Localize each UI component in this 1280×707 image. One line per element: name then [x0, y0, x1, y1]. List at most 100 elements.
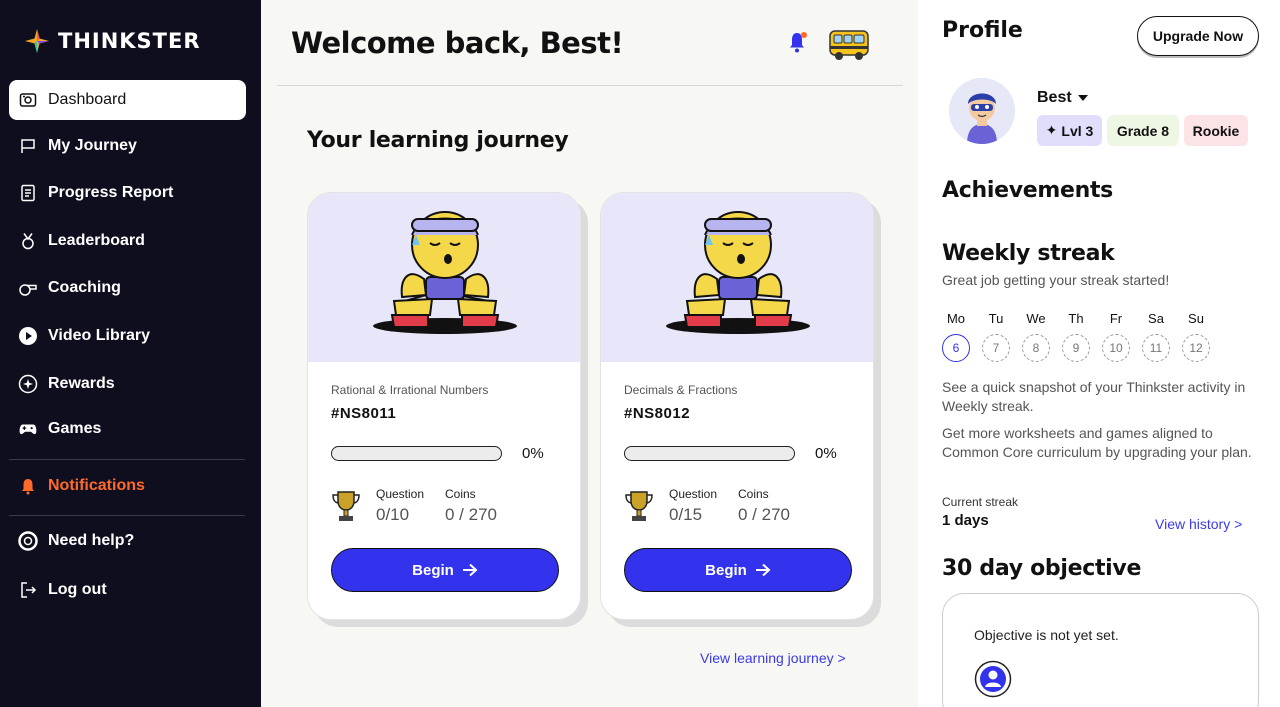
day-label: Tu	[988, 311, 1004, 326]
card-illustration	[308, 193, 580, 362]
begin-button[interactable]: Begin	[624, 548, 852, 592]
username-dropdown[interactable]: Best	[1037, 89, 1088, 107]
main-content: Welcome back, Best! Your learning journe…	[261, 0, 918, 707]
sidebar-item-label: Rewards	[48, 375, 115, 392]
sidebar-item-games[interactable]: Games	[9, 409, 246, 449]
card-topic: Rational & Irrational Numbers	[331, 383, 489, 397]
objective-title: 30 day objective	[942, 556, 1142, 581]
coins-value: 0 / 270	[445, 505, 497, 524]
lesson-card: Rational & Irrational Numbers #NS8011 0%…	[307, 192, 581, 620]
sidebar-item-dashboard[interactable]: Dashboard	[9, 80, 246, 120]
sidebar: THINKSTER Dashboard My Journey Progress …	[0, 0, 261, 707]
sidebar-item-help[interactable]: Need help?	[9, 521, 246, 561]
sidebar-item-label: Progress Report	[48, 184, 174, 201]
sidebar-item-notifications[interactable]: Notifications	[9, 466, 246, 506]
card-code: #NS8012	[624, 405, 691, 422]
username: Best	[1037, 89, 1072, 106]
objective-card: Objective is not yet set.	[942, 593, 1259, 707]
logo-star-icon	[25, 29, 49, 53]
question-value: 0/10	[376, 505, 410, 524]
exercising-character-image	[666, 211, 810, 334]
grade-badge: Grade 8	[1107, 115, 1179, 146]
logout-icon	[18, 580, 38, 600]
sidebar-divider	[9, 459, 245, 460]
header-divider	[277, 85, 903, 86]
report-icon	[18, 183, 38, 203]
lifebuoy-icon	[18, 531, 38, 551]
weekly-streak-title: Weekly streak	[942, 241, 1115, 266]
question-value: 0/15	[669, 505, 703, 524]
card-code: #NS8011	[331, 405, 397, 422]
day-date: 9	[1062, 334, 1090, 362]
page-title: Welcome back, Best!	[291, 26, 624, 60]
upgrade-now-button[interactable]: Upgrade Now	[1137, 16, 1259, 56]
coins-label: Coins	[738, 487, 769, 501]
rank-badge: Rookie	[1184, 115, 1248, 146]
weekly-streak-subtitle: Great job getting your streak started!	[942, 272, 1170, 288]
card-progress-bar	[624, 446, 795, 461]
profile-title: Profile	[942, 18, 1023, 43]
day-label: We	[1026, 311, 1046, 326]
sidebar-item-logout[interactable]: Log out	[9, 570, 246, 610]
sidebar-item-label: Dashboard	[48, 91, 127, 108]
begin-button-label: Begin	[705, 561, 747, 579]
day-date: 8	[1022, 334, 1050, 362]
begin-button[interactable]: Begin	[331, 548, 559, 592]
brand-name: THINKSTER	[58, 29, 201, 53]
sidebar-item-coaching[interactable]: Coaching	[9, 268, 246, 308]
sidebar-item-label: Games	[48, 420, 102, 437]
user-circle-icon	[974, 660, 1012, 703]
day-date: 10	[1102, 334, 1130, 362]
sidebar-item-rewards[interactable]: Rewards	[9, 364, 246, 404]
achievements-title: Achievements	[942, 178, 1113, 203]
day-label: Su	[1188, 311, 1204, 326]
medal-icon	[18, 231, 38, 251]
learning-journey-title: Your learning journey	[307, 128, 569, 153]
day-date: 11	[1142, 334, 1170, 362]
right-panel: Profile Upgrade Now Best ✦ Lvl 3 Grade 8 …	[918, 0, 1280, 707]
lesson-card: Decimals & Fractions #NS8012 0% Question…	[600, 192, 874, 620]
sidebar-item-label: Video Library	[48, 327, 150, 344]
sidebar-item-label: Coaching	[48, 279, 121, 296]
current-streak-value: 1 days	[942, 512, 989, 529]
rewards-icon	[18, 374, 38, 394]
flag-icon	[18, 136, 38, 156]
whistle-icon	[18, 278, 38, 298]
sidebar-item-video-library[interactable]: Video Library	[9, 316, 246, 356]
sidebar-divider	[9, 515, 245, 516]
dashboard-icon	[18, 90, 38, 110]
card-progress-percent: 0%	[522, 445, 544, 462]
avatar[interactable]	[949, 78, 1015, 144]
exercising-character-image	[373, 211, 517, 334]
view-learning-journey-link[interactable]: View learning journey >	[700, 650, 846, 666]
day-date: 12	[1182, 334, 1210, 362]
sidebar-item-label: Need help?	[48, 532, 135, 549]
school-bus-icon[interactable]	[827, 26, 871, 67]
view-history-link[interactable]: View history >	[1155, 516, 1242, 532]
sidebar-item-label: Notifications	[48, 477, 145, 494]
sidebar-item-label: Log out	[48, 581, 107, 598]
notification-bell-icon[interactable]	[787, 30, 809, 59]
day-label: Mo	[946, 311, 966, 326]
sparkle-icon: ✦	[1045, 122, 1058, 138]
begin-button-label: Begin	[412, 561, 454, 579]
sidebar-item-leaderboard[interactable]: Leaderboard	[9, 221, 246, 261]
bell-icon	[18, 476, 38, 496]
day-date: 7	[982, 334, 1010, 362]
upgrade-upsell-text: Get more worksheets and games aligned to…	[942, 425, 1252, 460]
card-progress-percent: 0%	[815, 445, 837, 462]
streak-snapshot-text: See a quick snapshot of your Thinkster a…	[942, 379, 1246, 414]
sidebar-item-progress-report[interactable]: Progress Report	[9, 173, 246, 213]
day-label: Fr	[1109, 311, 1123, 326]
coins-value: 0 / 270	[738, 505, 790, 524]
day-label: Th	[1068, 311, 1084, 326]
thinkster-logo[interactable]: THINKSTER	[24, 28, 201, 54]
caret-down-icon	[1077, 95, 1088, 101]
trophy-icon	[330, 489, 362, 528]
day-date-today: 6	[942, 334, 970, 362]
card-illustration	[601, 193, 873, 362]
objective-status-text: Objective is not yet set.	[974, 627, 1119, 643]
level-badge: ✦ Lvl 3	[1037, 115, 1102, 146]
sidebar-item-my-journey[interactable]: My Journey	[9, 126, 246, 166]
arrow-right-icon	[462, 563, 478, 577]
